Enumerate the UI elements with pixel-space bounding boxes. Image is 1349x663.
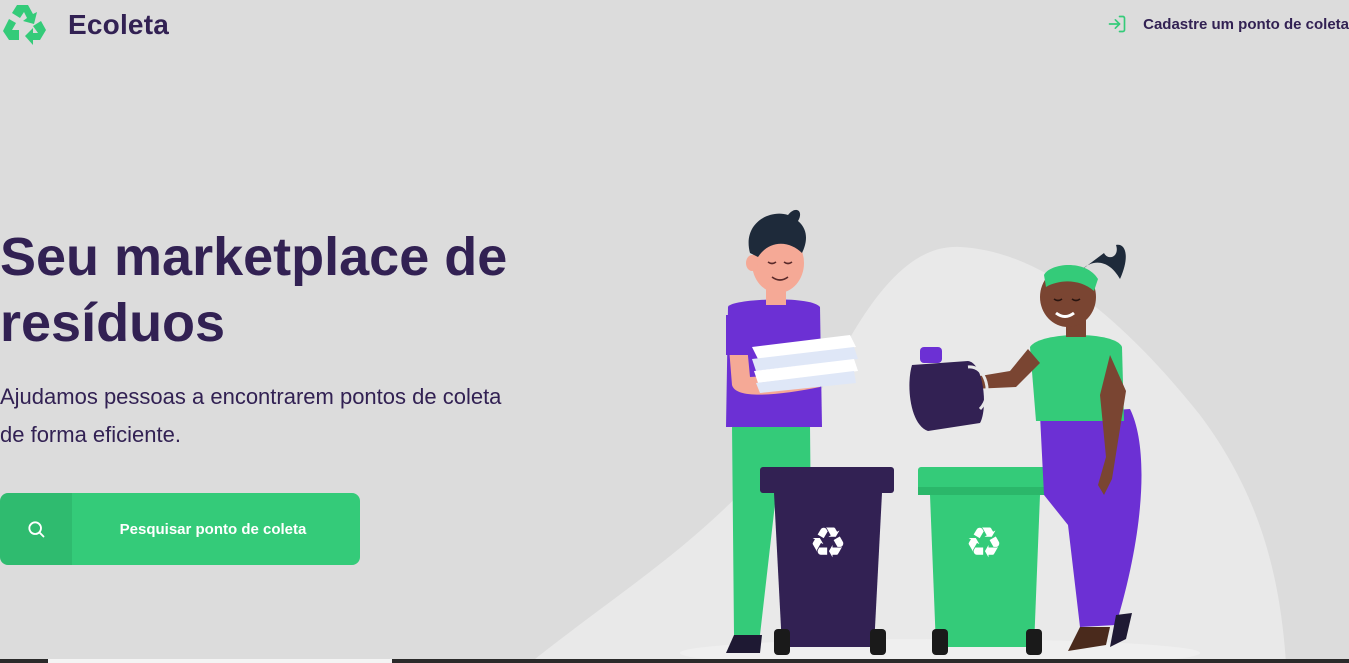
bottom-scroll-strip: [0, 659, 1349, 663]
description-line-2: de forma eficiente.: [0, 422, 181, 447]
svg-text:♻: ♻: [809, 518, 847, 567]
page-title: Seu marketplace de resíduos: [0, 224, 560, 356]
recycling-illustration: ♻ ♻: [530, 209, 1286, 663]
hero-description: Ajudamos pessoas a encontrarem pontos de…: [0, 378, 560, 454]
search-points-button[interactable]: Pesquisar ponto de coleta: [0, 493, 360, 565]
search-icon-box: [0, 493, 72, 565]
log-in-icon: [1108, 15, 1126, 33]
title-line-2: resíduos: [0, 293, 226, 353]
search-icon: [28, 521, 45, 538]
register-point-link[interactable]: Cadastre um ponto de coleta: [1107, 14, 1349, 34]
scroll-segment: [48, 659, 392, 663]
description-line-1: Ajudamos pessoas a encontrarem pontos de…: [0, 384, 502, 409]
svg-text:♻: ♻: [965, 518, 1003, 567]
landing-page: Ecoleta Cadastre um ponto de coleta Seu …: [0, 0, 1349, 663]
recycle-icon: [3, 5, 46, 45]
green-bin: ♻: [918, 467, 1050, 655]
search-button-label: Pesquisar ponto de coleta: [119, 520, 307, 538]
background-blob: [530, 246, 1286, 663]
title-line-1: Seu marketplace de: [0, 227, 508, 287]
app-name: Ecoleta: [68, 9, 169, 40]
logo[interactable]: Ecoleta: [0, 2, 169, 48]
register-link-label: Cadastre um ponto de coleta: [1143, 15, 1349, 33]
